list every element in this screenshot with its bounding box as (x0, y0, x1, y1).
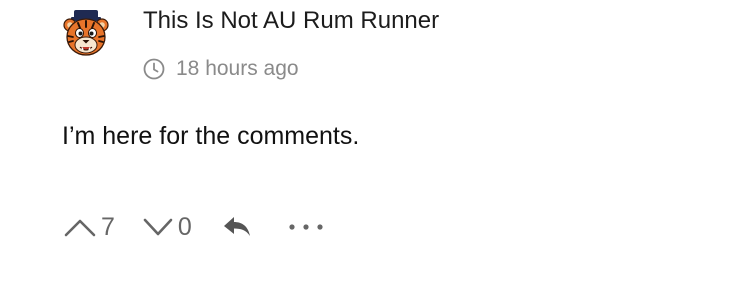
timestamp-row: 18 hours ago (143, 55, 299, 83)
downvote-button[interactable]: 0 (141, 213, 192, 242)
reply-button[interactable] (222, 215, 252, 239)
avatar[interactable] (60, 8, 112, 60)
reply-arrow-icon (223, 217, 250, 236)
timestamp: 18 hours ago (176, 57, 299, 80)
chevron-down-icon (143, 218, 173, 236)
upvote-count: 7 (101, 212, 115, 241)
username[interactable]: This Is Not AU Rum Runner (143, 5, 439, 37)
more-dots-icon (289, 224, 323, 230)
more-options-button[interactable] (286, 222, 326, 232)
upvote-button[interactable]: 7 (62, 213, 115, 242)
comment-actions: 7 0 (62, 208, 326, 246)
chevron-up-icon (64, 219, 96, 237)
tiger-mascot-avatar-icon (63, 10, 109, 56)
clock-icon (143, 58, 165, 80)
comment-card: This Is Not AU Rum Runner 18 hours ago I… (0, 0, 750, 286)
comment-body: I’m here for the comments. (62, 122, 360, 150)
downvote-count: 0 (177, 212, 192, 241)
